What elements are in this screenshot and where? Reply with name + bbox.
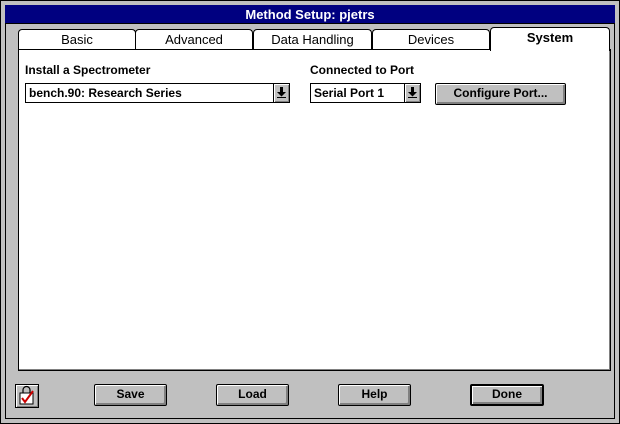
dropdown-arrow-icon[interactable] [273,84,289,102]
system-panel: Install a Spectrometer bench.90: Researc… [18,49,611,371]
tab-devices[interactable]: Devices [372,29,490,50]
tab-system[interactable]: System [490,27,610,51]
spectrometer-label: Install a Spectrometer [25,63,151,77]
port-label: Connected to Port [310,63,414,77]
tab-advanced[interactable]: Advanced [135,29,253,50]
port-value: Serial Port 1 [314,86,385,100]
port-select[interactable]: Serial Port 1 [310,83,421,103]
dropdown-arrow-icon[interactable] [404,84,420,102]
checkmark-lock-icon[interactable] [15,384,39,408]
help-button[interactable]: Help [338,384,411,406]
spectrometer-select[interactable]: bench.90: Research Series [25,83,290,103]
method-setup-window: Method Setup: pjetrs Basic Advanced Data… [0,0,620,424]
done-button[interactable]: Done [470,384,544,406]
tab-basic[interactable]: Basic [18,29,136,50]
tab-data-handling[interactable]: Data Handling [253,29,372,50]
title-bar: Method Setup: pjetrs [5,5,615,24]
load-button[interactable]: Load [216,384,289,406]
spectrometer-value: bench.90: Research Series [29,86,182,100]
configure-port-button[interactable]: Configure Port... [435,83,566,105]
tab-strip: Basic Advanced Data Handling Devices Sys… [18,27,610,51]
save-button[interactable]: Save [94,384,167,406]
